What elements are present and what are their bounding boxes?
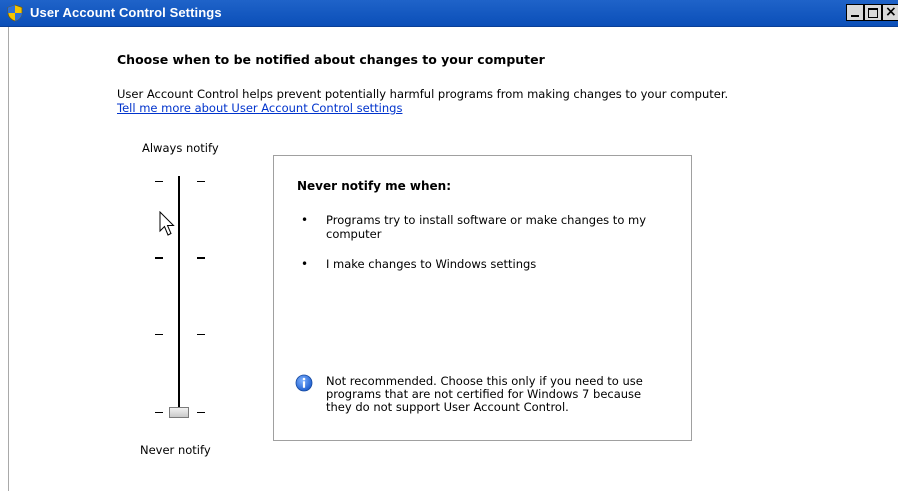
slider-tick-left	[155, 334, 163, 335]
panel-info-text: Not recommended. Choose this only if you…	[326, 374, 643, 414]
learn-more-link[interactable]: Tell me more about User Account Control …	[117, 101, 402, 115]
title-bar[interactable]: User Account Control Settings ×	[0, 0, 898, 27]
slider-tick-left	[155, 181, 163, 182]
slider-tick-right	[197, 257, 205, 259]
slider-thumb[interactable]	[169, 407, 189, 418]
slider-tick-left	[155, 257, 163, 259]
slider-track[interactable]	[178, 176, 180, 413]
slider-bottom-label: Never notify	[140, 443, 211, 457]
close-button[interactable]: ×	[882, 4, 898, 21]
window-title: User Account Control Settings	[30, 5, 222, 20]
panel-title: Never notify me when:	[297, 179, 452, 193]
slider-top-label: Always notify	[142, 141, 219, 155]
slider-tick-right	[197, 412, 205, 413]
window-left-border	[0, 27, 9, 491]
mouse-cursor-icon	[159, 211, 175, 236]
slider-tick-right	[197, 181, 205, 182]
level-description-panel: Never notify me when: • Programs try to …	[273, 155, 692, 441]
uac-shield-icon	[7, 4, 23, 22]
slider-tick-right	[197, 334, 205, 335]
page-description: User Account Control helps prevent poten…	[117, 87, 729, 101]
panel-bullet-item: Programs try to install software or make…	[326, 213, 647, 241]
close-icon: ×	[885, 4, 897, 20]
maximize-button[interactable]	[864, 4, 882, 21]
bullet-icon: •	[301, 257, 309, 271]
page-heading: Choose when to be notified about changes…	[117, 52, 545, 67]
panel-bullet-item: I make changes to Windows settings	[326, 257, 537, 271]
bullet-icon: •	[301, 213, 309, 227]
info-icon	[295, 374, 313, 392]
minimize-button[interactable]	[846, 4, 864, 21]
slider-tick-left	[155, 412, 163, 413]
